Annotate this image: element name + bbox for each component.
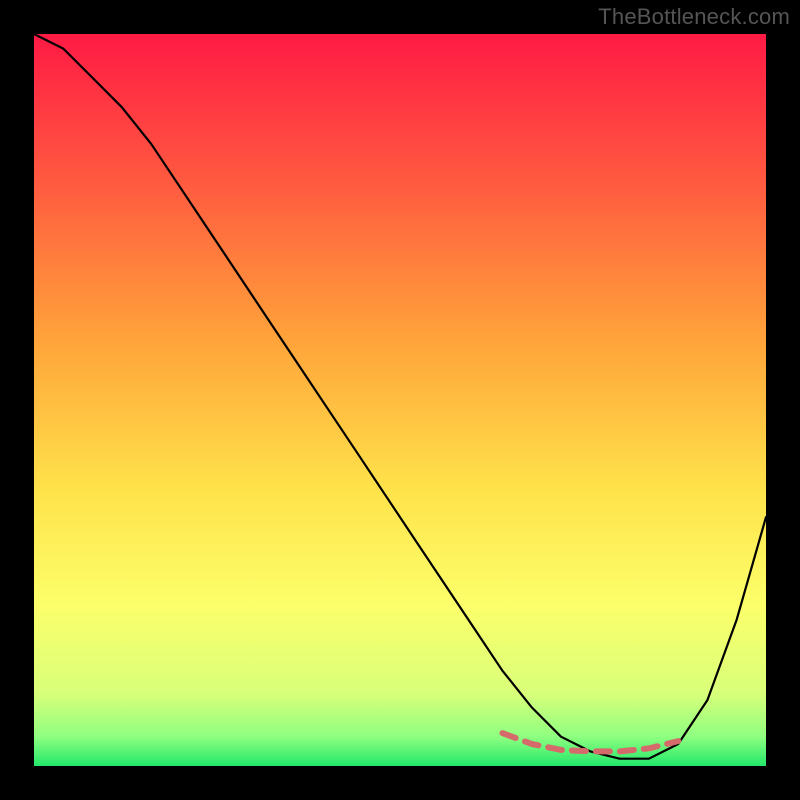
gradient-background: [34, 34, 766, 766]
watermark-text: TheBottleneck.com: [598, 4, 790, 30]
chart-svg: [34, 34, 766, 766]
chart-area: [34, 34, 766, 766]
